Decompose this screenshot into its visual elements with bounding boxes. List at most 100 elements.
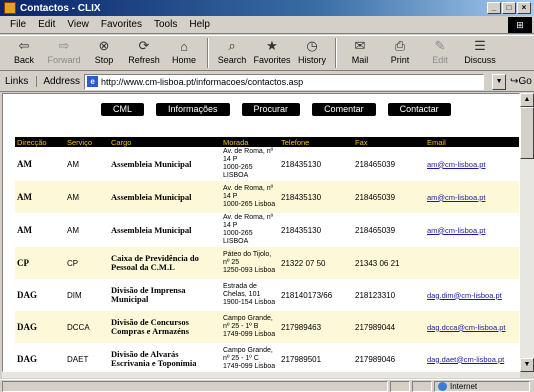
status-bar: Internet (0, 379, 534, 392)
mail-icon: ✉ (354, 38, 366, 53)
table-row: AM AM Assembleia Municipal Av. de Roma, … (15, 213, 519, 247)
cell-direccao: DAG (15, 311, 65, 343)
header-telefone: Telefone (279, 137, 353, 147)
refresh-button[interactable]: ⟳ Refresh (124, 36, 164, 70)
email-link[interactable]: dag.dim@cm-lisboa.pt (427, 291, 502, 300)
email-link[interactable]: dag.dcca@cm-lisboa.pt (427, 323, 505, 332)
menu-file[interactable]: File (4, 19, 32, 30)
window-controls: _ □ × (487, 2, 531, 14)
status-pane (390, 380, 410, 392)
cell-cargo: Caixa de Previdência do Pessoal da C.M.L (109, 247, 221, 279)
go-button[interactable]: ↪Go (510, 76, 532, 87)
menu-tools[interactable]: Tools (148, 19, 183, 30)
nav-cml[interactable]: CML (101, 103, 145, 116)
menu-edit[interactable]: Edit (32, 19, 61, 30)
refresh-label: Refresh (128, 55, 160, 65)
cell-cargo: Divisão de Concursos Compras e Armazéns (109, 311, 221, 343)
scroll-up-icon[interactable]: ▲ (520, 93, 534, 107)
email-link[interactable]: dag.daet@cm-lisboa.pt (427, 355, 504, 364)
cell-telefone: 21322 07 50 (279, 247, 353, 279)
edit-label: Edit (432, 55, 448, 65)
forward-label: Forward (47, 55, 81, 65)
page-icon: e (87, 76, 99, 87)
cell-servico: AM (67, 225, 79, 235)
email-link[interactable]: am@cm-lisboa.pt (427, 160, 485, 169)
back-button[interactable]: ⇦ Back (4, 36, 44, 70)
nav-comentar[interactable]: Comentar (312, 103, 376, 116)
mail-label: Mail (351, 55, 369, 65)
window-title: Contactos - CLIX (20, 2, 101, 14)
cell-telefone: 217989463 (279, 311, 353, 343)
email-link[interactable]: am@cm-lisboa.pt (427, 193, 485, 202)
cell-email: am@cm-lisboa.pt (425, 181, 519, 213)
cell-email: am@cm-lisboa.pt (425, 213, 519, 247)
edit-icon: ✎ (434, 38, 446, 53)
print-icon: ⎙ (394, 38, 406, 53)
cell-fax: 21343 06 21 (353, 247, 425, 279)
history-button[interactable]: ◷ History (292, 36, 332, 70)
close-button[interactable]: × (517, 2, 531, 14)
history-icon: ◷ (306, 38, 318, 53)
discuss-button[interactable]: ☰ Discuss (460, 36, 500, 70)
horizontal-scrollbar[interactable] (2, 372, 520, 378)
scroll-down-icon[interactable]: ▼ (520, 358, 534, 372)
links-toolbar[interactable]: Links (3, 76, 38, 87)
address-bar: Links Address e http://www.cm-lisboa.pt/… (0, 72, 534, 92)
vertical-scrollbar[interactable]: ▲ ▼ (520, 93, 534, 372)
home-button[interactable]: ⌂ Home (164, 36, 204, 70)
menu-view[interactable]: View (61, 19, 95, 30)
forward-button[interactable]: ⇨ Forward (44, 36, 84, 70)
edit-button[interactable]: ✎ Edit (420, 36, 460, 70)
home-icon: ⌂ (180, 38, 188, 54)
address-input[interactable]: e http://www.cm-lisboa.pt/informacoes/co… (84, 73, 485, 90)
cell-morada: Av. de Roma, nº 14 P 1000-265 Lisboa (221, 181, 279, 213)
cell-fax: 218465039 (355, 159, 396, 169)
minimize-button[interactable]: _ (487, 2, 501, 14)
search-button[interactable]: ⌕ Search (212, 36, 252, 70)
favorites-button[interactable]: ★ Favorites (252, 36, 292, 70)
cell-telefone: 218435130 (281, 159, 322, 169)
nav-informacoes[interactable]: Informações (156, 103, 230, 116)
cell-cargo: Assembleia Municipal (111, 224, 192, 235)
zone-label: Internet (450, 381, 478, 391)
cell-telefone: 218435130 (281, 225, 322, 235)
standard-toolbar: ⇦ Back ⇨ Forward ⊗ Stop ⟳ Refresh ⌂ Home ⌕ Sea… (0, 35, 534, 71)
nav-contactar[interactable]: Contactar (387, 103, 451, 116)
maximize-button[interactable]: □ (502, 2, 516, 14)
cell-fax: 217989044 (353, 311, 425, 343)
stop-button[interactable]: ⊗ Stop (84, 36, 124, 70)
site-nav: CML Informações Procurar Comentar Contac… (101, 103, 451, 116)
discuss-label: Discuss (464, 55, 496, 65)
back-arrow-icon: ⇦ (18, 38, 30, 53)
internet-globe-icon (438, 381, 447, 391)
nav-procurar[interactable]: Procurar (241, 103, 301, 116)
cell-email: dag.dim@cm-lisboa.pt (425, 279, 519, 311)
contacts-table: Direcção Serviço Cargo Morada Telefone F… (15, 137, 519, 371)
go-label: Go (518, 76, 532, 87)
search-label: Search (217, 55, 247, 65)
menu-help[interactable]: Help (183, 19, 216, 30)
scroll-thumb[interactable] (520, 107, 534, 159)
header-morada: Morada (221, 137, 279, 147)
header-servico: Serviço (65, 137, 109, 147)
table-row: DAG DIM Divisão de Imprensa Municipal Es… (15, 279, 519, 311)
cell-cargo: Assembleia Municipal (111, 158, 192, 169)
cell-servico: DAET (67, 354, 89, 364)
stop-label: Stop (94, 55, 114, 65)
history-label: History (297, 55, 326, 65)
address-dropdown-button[interactable]: ▼ (492, 73, 507, 90)
cell-email (425, 247, 519, 279)
email-link[interactable]: am@cm-lisboa.pt (427, 226, 485, 235)
mail-button[interactable]: ✉ Mail (340, 36, 380, 70)
header-fax: Fax (353, 137, 425, 147)
windows-logo-icon: ⊞ (508, 17, 532, 33)
header-cargo: Cargo (109, 137, 221, 147)
table-row: AM AM Assembleia Municipal Av. de Roma, … (15, 147, 519, 181)
print-button[interactable]: ⎙ Print (380, 36, 420, 70)
menu-bar: File Edit View Favorites Tools Help ⊞ (0, 16, 534, 34)
cell-fax: 218123310 (355, 290, 396, 300)
menu-favorites[interactable]: Favorites (95, 19, 148, 30)
table-row: CP CP Caixa de Previdência do Pessoal da… (15, 247, 519, 279)
status-pane (412, 380, 432, 392)
toolbar-separator (207, 38, 209, 68)
